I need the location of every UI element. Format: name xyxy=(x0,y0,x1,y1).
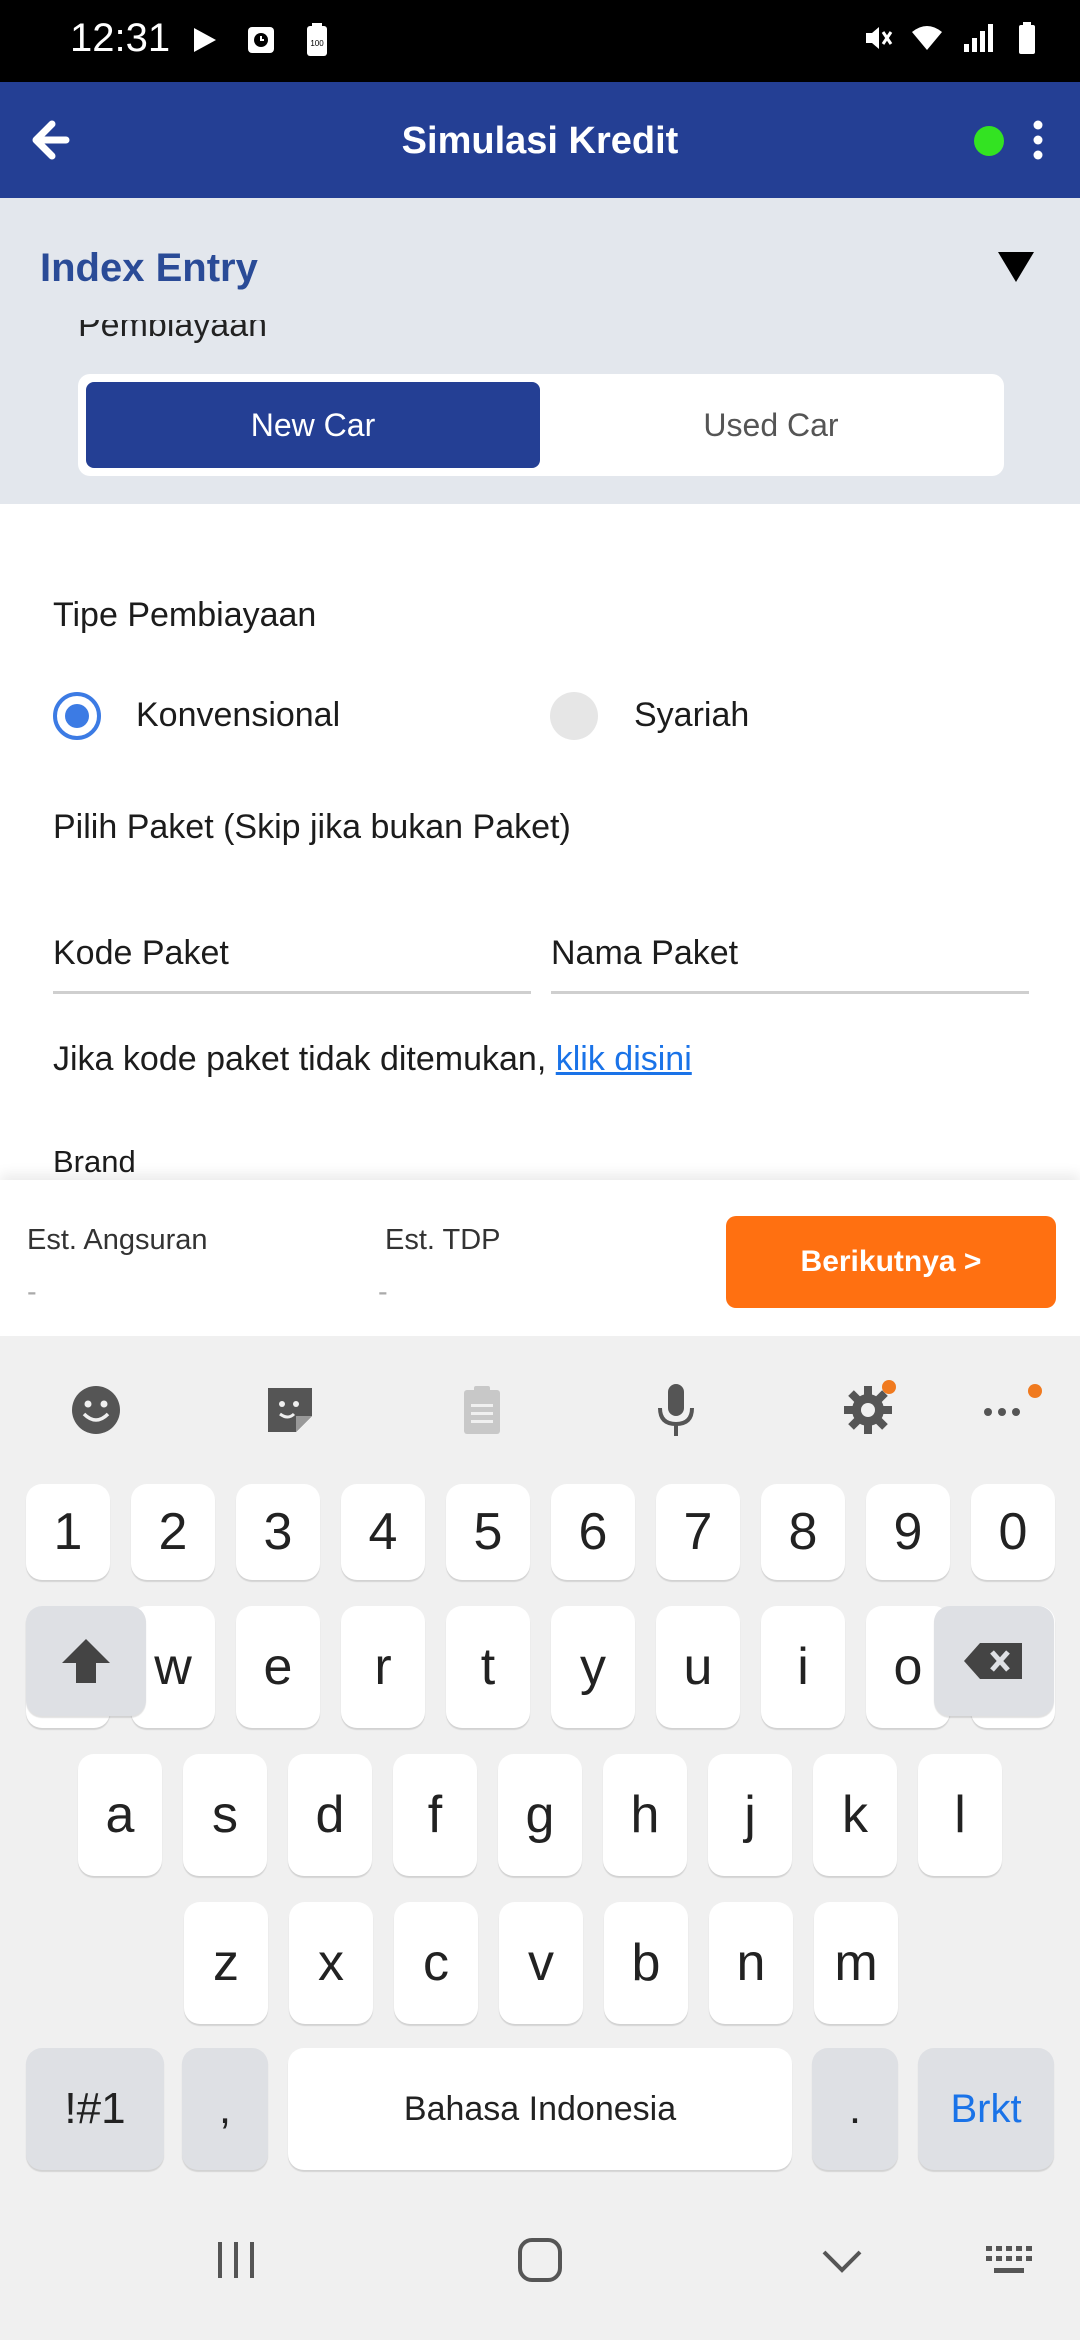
svg-text:100: 100 xyxy=(310,39,324,48)
play-store-icon xyxy=(194,28,216,52)
klik-disini-link[interactable]: klik disini xyxy=(556,1040,692,1078)
credit-form: Tipe Pembiayaan Konvensional Syariah Pil… xyxy=(0,504,1080,1180)
status-icons-left: 100 xyxy=(188,22,334,58)
key-f[interactable]: f xyxy=(393,1754,477,1876)
pembiayaan-label: Pembiayaan xyxy=(78,320,267,352)
nama-paket-input[interactable]: Nama Paket xyxy=(551,922,1029,994)
estimate-summary-bar: Est. Angsuran - Est. TDP - Berikutnya > xyxy=(0,1180,1080,1336)
backspace-icon xyxy=(964,1643,1022,1679)
key-3[interactable]: 3 xyxy=(236,1484,320,1580)
shift-arrow-icon xyxy=(62,1639,110,1683)
comma-key[interactable]: , xyxy=(182,2048,268,2170)
key-h[interactable]: h xyxy=(603,1754,687,1876)
key-e[interactable]: e xyxy=(236,1606,320,1728)
collapse-triangle-icon[interactable] xyxy=(996,250,1036,284)
key-g[interactable]: g xyxy=(498,1754,582,1876)
more-notification-dot xyxy=(1028,1384,1042,1398)
period-key[interactable]: . xyxy=(812,2048,898,2170)
back-chevron-icon[interactable] xyxy=(812,2230,872,2290)
wifi-icon xyxy=(912,26,942,50)
tipe-pembiayaan-label: Tipe Pembiayaan xyxy=(53,596,317,634)
index-entry-title[interactable]: Index Entry xyxy=(40,246,258,291)
est-angsuran-label: Est. Angsuran xyxy=(27,1224,208,1256)
key-j[interactable]: j xyxy=(708,1754,792,1876)
keyboard-hide-icon[interactable] xyxy=(980,2230,1040,2290)
key-z[interactable]: z xyxy=(184,1902,268,2024)
est-tdp-label: Est. TDP xyxy=(385,1224,501,1256)
key-1[interactable]: 1 xyxy=(26,1484,110,1580)
key-6[interactable]: 6 xyxy=(551,1484,635,1580)
status-bar: 12:31 100 xyxy=(0,0,1080,82)
signal-icon xyxy=(964,24,993,52)
key-i[interactable]: i xyxy=(761,1606,845,1728)
next-button[interactable]: Berikutnya > xyxy=(726,1216,1056,1308)
symbols-key[interactable]: !#1 xyxy=(26,2048,164,2170)
new-car-button[interactable]: New Car xyxy=(86,382,540,468)
space-key[interactable]: Bahasa Indonesia xyxy=(288,2048,792,2170)
est-tdp-value: - xyxy=(378,1276,388,1308)
key-m[interactable]: m xyxy=(814,1902,898,2024)
app-bar: Simulasi Kredit xyxy=(0,82,1080,198)
kode-paket-input[interactable]: Kode Paket xyxy=(53,922,531,994)
home-icon[interactable] xyxy=(510,2230,570,2290)
index-entry-section: Index Entry Pembiayaan New Car Used Car xyxy=(0,198,1080,504)
battery-icon xyxy=(1019,22,1035,54)
konvensional-radio[interactable] xyxy=(53,692,101,740)
pilih-paket-label: Pilih Paket (Skip jika bukan Paket) xyxy=(53,808,571,846)
key-r[interactable]: r xyxy=(341,1606,425,1728)
key-c[interactable]: c xyxy=(394,1902,478,2024)
key-2[interactable]: 2 xyxy=(131,1484,215,1580)
key-v[interactable]: v xyxy=(499,1902,583,2024)
key-7[interactable]: 7 xyxy=(656,1484,740,1580)
key-8[interactable]: 8 xyxy=(761,1484,845,1580)
paket-not-found-message: Jika kode paket tidak ditemukan, xyxy=(53,1040,556,1078)
key-x[interactable]: x xyxy=(289,1902,373,2024)
battery-100-notification-icon: 100 xyxy=(307,23,327,56)
key-l[interactable]: l xyxy=(918,1754,1002,1876)
est-angsuran-value: - xyxy=(27,1276,37,1308)
pembiayaan-label-text: Pembiayaan xyxy=(78,320,268,344)
syariah-label[interactable]: Syariah xyxy=(634,696,749,735)
settings-notification-dot xyxy=(882,1380,896,1394)
page-title: Simulasi Kredit xyxy=(401,120,679,162)
online-status-indicator xyxy=(974,126,1004,156)
recent-apps-icon[interactable] xyxy=(206,2230,266,2290)
key-s[interactable]: s xyxy=(183,1754,267,1876)
status-time: 12:31 xyxy=(70,16,171,60)
key-4[interactable]: 4 xyxy=(341,1484,425,1580)
car-type-toggle: New Car Used Car xyxy=(78,374,1004,476)
status-icons-right xyxy=(860,20,1044,56)
key-t[interactable]: t xyxy=(446,1606,530,1728)
keyboard-toolbar xyxy=(0,1336,1080,1476)
key-9[interactable]: 9 xyxy=(866,1484,950,1580)
mute-icon xyxy=(866,27,893,49)
sticker-icon[interactable] xyxy=(262,1382,318,1438)
key-b[interactable]: b xyxy=(604,1902,688,2024)
backspace-key[interactable] xyxy=(934,1606,1054,1716)
key-u[interactable]: u xyxy=(656,1606,740,1728)
paket-not-found-text: Jika kode paket tidak ditemukan, klik di… xyxy=(53,1040,692,1079)
system-nav-bar xyxy=(0,2180,1080,2340)
clipboard-icon[interactable] xyxy=(454,1382,510,1438)
used-car-button[interactable]: Used Car xyxy=(544,382,998,468)
key-k[interactable]: k xyxy=(813,1754,897,1876)
key-0[interactable]: 0 xyxy=(971,1484,1055,1580)
key-n[interactable]: n xyxy=(709,1902,793,2024)
key-5[interactable]: 5 xyxy=(446,1484,530,1580)
enter-key[interactable]: Brkt xyxy=(918,2048,1054,2170)
more-vert-icon[interactable] xyxy=(1024,118,1052,162)
clock-notification-icon xyxy=(248,27,274,53)
key-d[interactable]: d xyxy=(288,1754,372,1876)
key-y[interactable]: y xyxy=(551,1606,635,1728)
brand-label: Brand xyxy=(53,1144,136,1179)
shift-key[interactable] xyxy=(26,1606,146,1716)
konvensional-label[interactable]: Konvensional xyxy=(136,696,340,735)
more-icon[interactable] xyxy=(978,1382,1034,1438)
syariah-radio[interactable] xyxy=(550,692,598,740)
key-a[interactable]: a xyxy=(78,1754,162,1876)
microphone-icon[interactable] xyxy=(648,1382,704,1438)
emoji-icon[interactable] xyxy=(68,1382,124,1438)
